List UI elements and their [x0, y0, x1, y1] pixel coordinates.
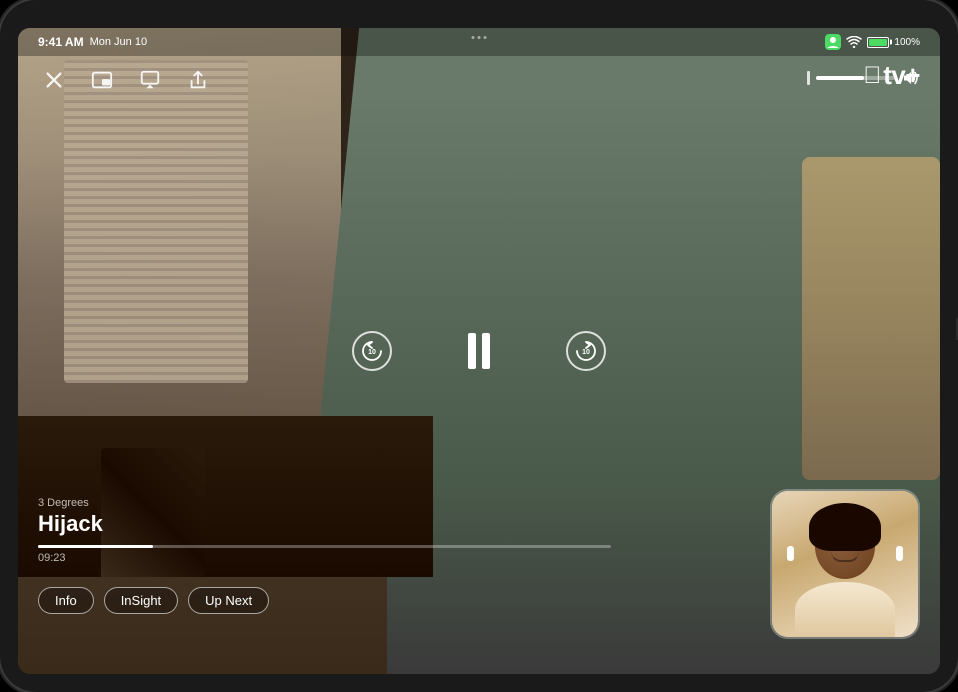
status-time: 9:41 AM	[38, 35, 84, 49]
status-right: 100%	[825, 34, 920, 50]
facetime-overlay[interactable]	[770, 489, 920, 639]
skip-forward-button[interactable]: 10	[564, 329, 608, 373]
skip-forward-icon: 10	[572, 337, 600, 365]
facetime-background	[772, 491, 918, 637]
up-next-button[interactable]: Up Next	[188, 587, 269, 614]
pause-bar-right	[482, 333, 490, 369]
playback-controls: 10 10	[350, 326, 608, 376]
skip-back-icon: 10	[358, 337, 386, 365]
volume-track	[816, 76, 896, 80]
top-dots	[472, 36, 487, 39]
skip-forward-circle: 10	[566, 331, 606, 371]
wifi-icon	[846, 36, 862, 48]
window-shade	[64, 60, 248, 383]
status-bar: 9:41 AM Mon Jun 10	[18, 28, 940, 56]
airplay-button[interactable]	[134, 64, 166, 96]
facetime-hair	[809, 503, 881, 551]
close-button[interactable]	[38, 64, 70, 96]
top-controls	[38, 64, 214, 96]
pip-button[interactable]	[86, 64, 118, 96]
volume-fill	[816, 76, 864, 80]
battery-fill	[869, 39, 886, 46]
left-airpod	[787, 546, 794, 561]
skip-back-button[interactable]: 10	[350, 329, 394, 373]
volume-line-icon	[807, 71, 810, 85]
skip-back-circle: 10	[352, 331, 392, 371]
ipad-frame: 9:41 AM Mon Jun 10	[0, 0, 958, 692]
pause-button[interactable]	[454, 326, 504, 376]
volume-icon	[902, 70, 920, 86]
pause-icon	[468, 333, 490, 369]
headrest	[802, 157, 940, 480]
screen: 9:41 AM Mon Jun 10	[18, 28, 940, 674]
progress-bar[interactable]	[38, 545, 611, 548]
pause-bar-left	[468, 333, 476, 369]
info-button[interactable]: Info	[38, 587, 94, 614]
svg-text:10: 10	[582, 349, 590, 356]
battery-indicator	[867, 37, 889, 48]
battery-percent: 100%	[894, 37, 920, 48]
profile-icon	[825, 34, 841, 50]
progress-bar-fill	[38, 545, 153, 548]
status-date: Mon Jun 10	[90, 36, 147, 48]
right-airpod	[896, 546, 903, 561]
svg-text:10: 10	[368, 349, 376, 356]
facetime-body	[795, 582, 895, 637]
insight-button[interactable]: InSight	[104, 587, 178, 614]
share-button[interactable]	[182, 64, 214, 96]
facetime-smile	[831, 552, 859, 562]
bottom-buttons: Info InSight Up Next	[38, 587, 269, 614]
